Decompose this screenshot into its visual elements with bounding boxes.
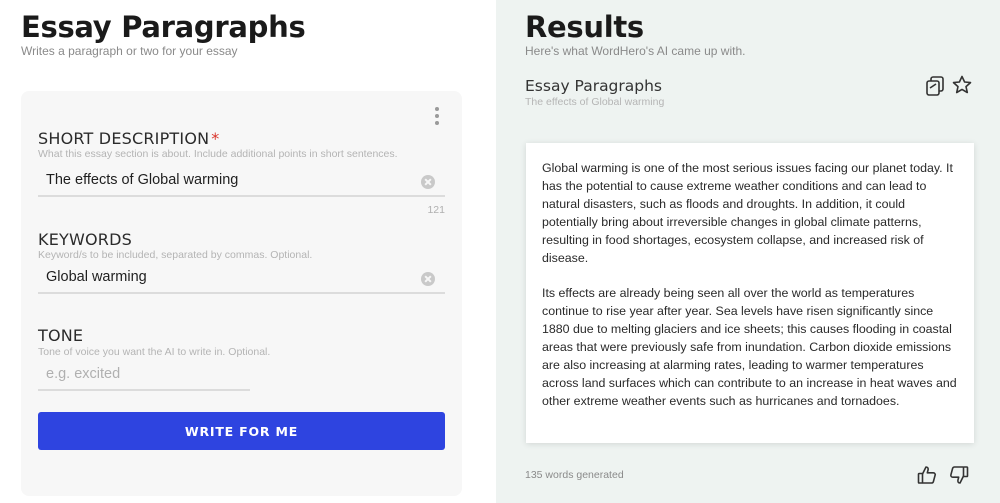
keywords-label: KEYWORDS (38, 230, 132, 249)
star-icon[interactable] (951, 74, 973, 96)
results-pane: Results Here's what WordHero's AI came u… (496, 0, 1000, 503)
word-count: 135 words generated (525, 469, 624, 481)
short-description-value: The effects of Global warming (46, 172, 239, 188)
short-description-label: SHORT DESCRIPTION * (38, 129, 220, 148)
result-subheading: The effects of Global warming (525, 96, 665, 108)
form-pane: Essay Paragraphs Writes a paragraph or t… (0, 0, 496, 503)
copy-icon[interactable] (924, 75, 946, 97)
result-heading: Essay Paragraphs (525, 77, 663, 95)
required-marker: * (211, 129, 220, 148)
clear-icon[interactable] (421, 272, 435, 286)
output-paragraph: Global warming is one of the most seriou… (542, 161, 953, 265)
output-paragraph: Its effects are already being seen all o… (542, 286, 957, 408)
write-for-me-button[interactable]: WRITE FOR ME (38, 412, 445, 450)
clear-icon[interactable] (421, 175, 435, 189)
more-options-icon[interactable] (434, 107, 440, 125)
thumbs-down-icon[interactable] (948, 464, 970, 486)
short-description-hint: What this essay section is about. Includ… (38, 148, 398, 160)
keywords-value: Global warming (46, 269, 147, 285)
results-title: Results (525, 10, 644, 44)
short-description-input[interactable]: The effects of Global warming (38, 167, 445, 197)
character-counter: 121 (427, 204, 445, 216)
thumbs-up-icon[interactable] (916, 464, 938, 486)
form-card: SHORT DESCRIPTION * What this essay secti… (21, 91, 462, 496)
tone-placeholder: e.g. excited (46, 366, 121, 382)
results-subtitle: Here's what WordHero's AI came up with. (525, 44, 746, 58)
page-subtitle: Writes a paragraph or two for your essay (21, 44, 238, 58)
keywords-hint: Keyword/s to be included, separated by c… (38, 249, 313, 261)
tone-label: TONE (38, 326, 84, 345)
generated-output: Global warming is one of the most seriou… (526, 143, 974, 443)
tone-hint: Tone of voice you want the AI to write i… (38, 346, 271, 358)
tone-input[interactable]: e.g. excited (38, 361, 250, 391)
page-title: Essay Paragraphs (21, 10, 306, 44)
keywords-input[interactable]: Global warming (38, 264, 445, 294)
